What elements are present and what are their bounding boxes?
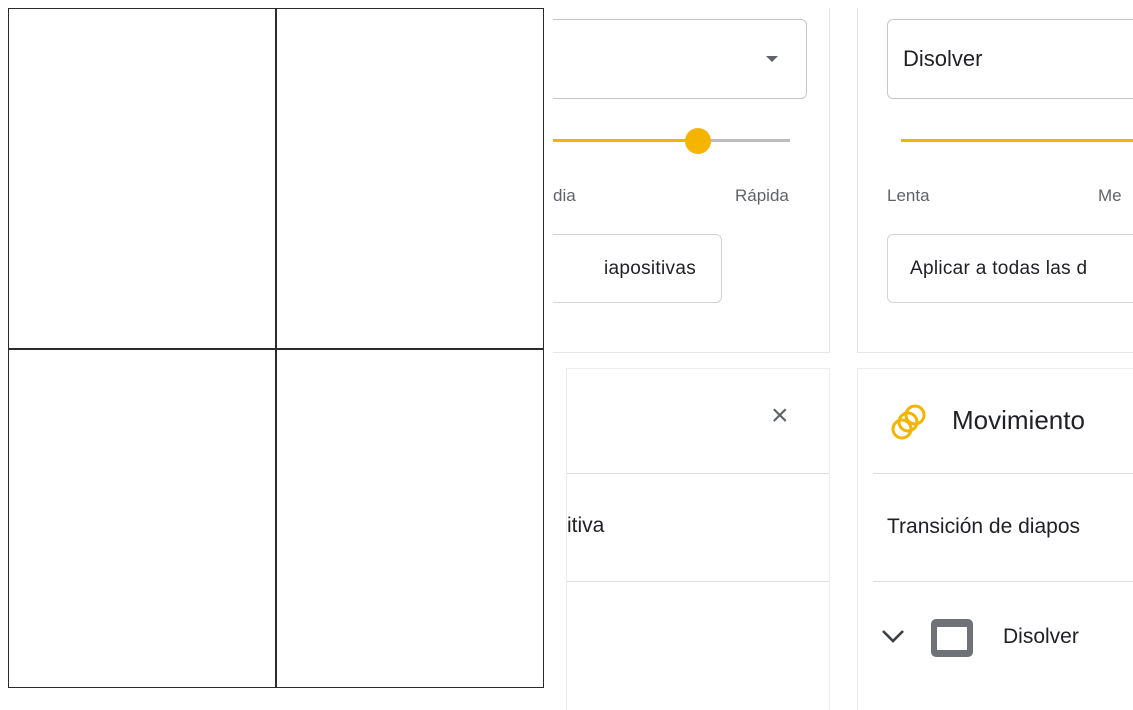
dropdown-arrow-icon [766,56,778,62]
speed-slider-track-filled[interactable] [901,139,1133,142]
section-divider [567,581,829,582]
slide-transition-section-label: Transición de diapos [887,515,1080,538]
transition-settings-panel-cropped: dia Rápida iapositivas [553,8,830,353]
transition-type-value: Disolver [903,46,983,71]
chevron-down-icon[interactable] [880,627,906,645]
apply-to-all-button[interactable]: iapositivas [553,234,722,303]
header-divider [873,473,1133,474]
header-divider [567,473,829,474]
slide-thumbnail-icon [931,619,973,657]
motion-panel: Movimiento Transición de diapos Disolver [857,368,1133,710]
apply-to-all-label: Aplicar a todas las d [910,257,1088,279]
transition-type-dropdown[interactable] [553,19,807,99]
speed-slider-thumb[interactable] [685,128,711,154]
transition-settings-panel: Disolver Lenta Me Aplicar a todas las d [857,8,1133,353]
apply-to-all-button[interactable]: Aplicar a todas las d [887,234,1133,303]
slide-grid [8,8,544,688]
speed-fast-label: Rápida [735,186,789,205]
transition-item-label[interactable]: Disolver [1003,625,1079,649]
slide-transition-section-label: itiva [567,514,605,537]
transition-type-dropdown[interactable]: Disolver [887,19,1133,99]
speed-medium-label: dia [553,186,576,205]
speed-medium-label: Me [1098,186,1122,205]
apply-to-all-label: iapositivas [603,257,696,279]
grid-horizontal-divider [9,348,543,350]
speed-slow-label: Lenta [887,186,930,205]
motion-icon [891,404,926,440]
motion-panel-cropped: × itiva [566,368,830,710]
panel-title: Movimiento [952,405,1085,435]
close-icon[interactable]: × [771,401,789,431]
speed-slider-track-filled [553,139,696,142]
section-divider [873,581,1133,582]
